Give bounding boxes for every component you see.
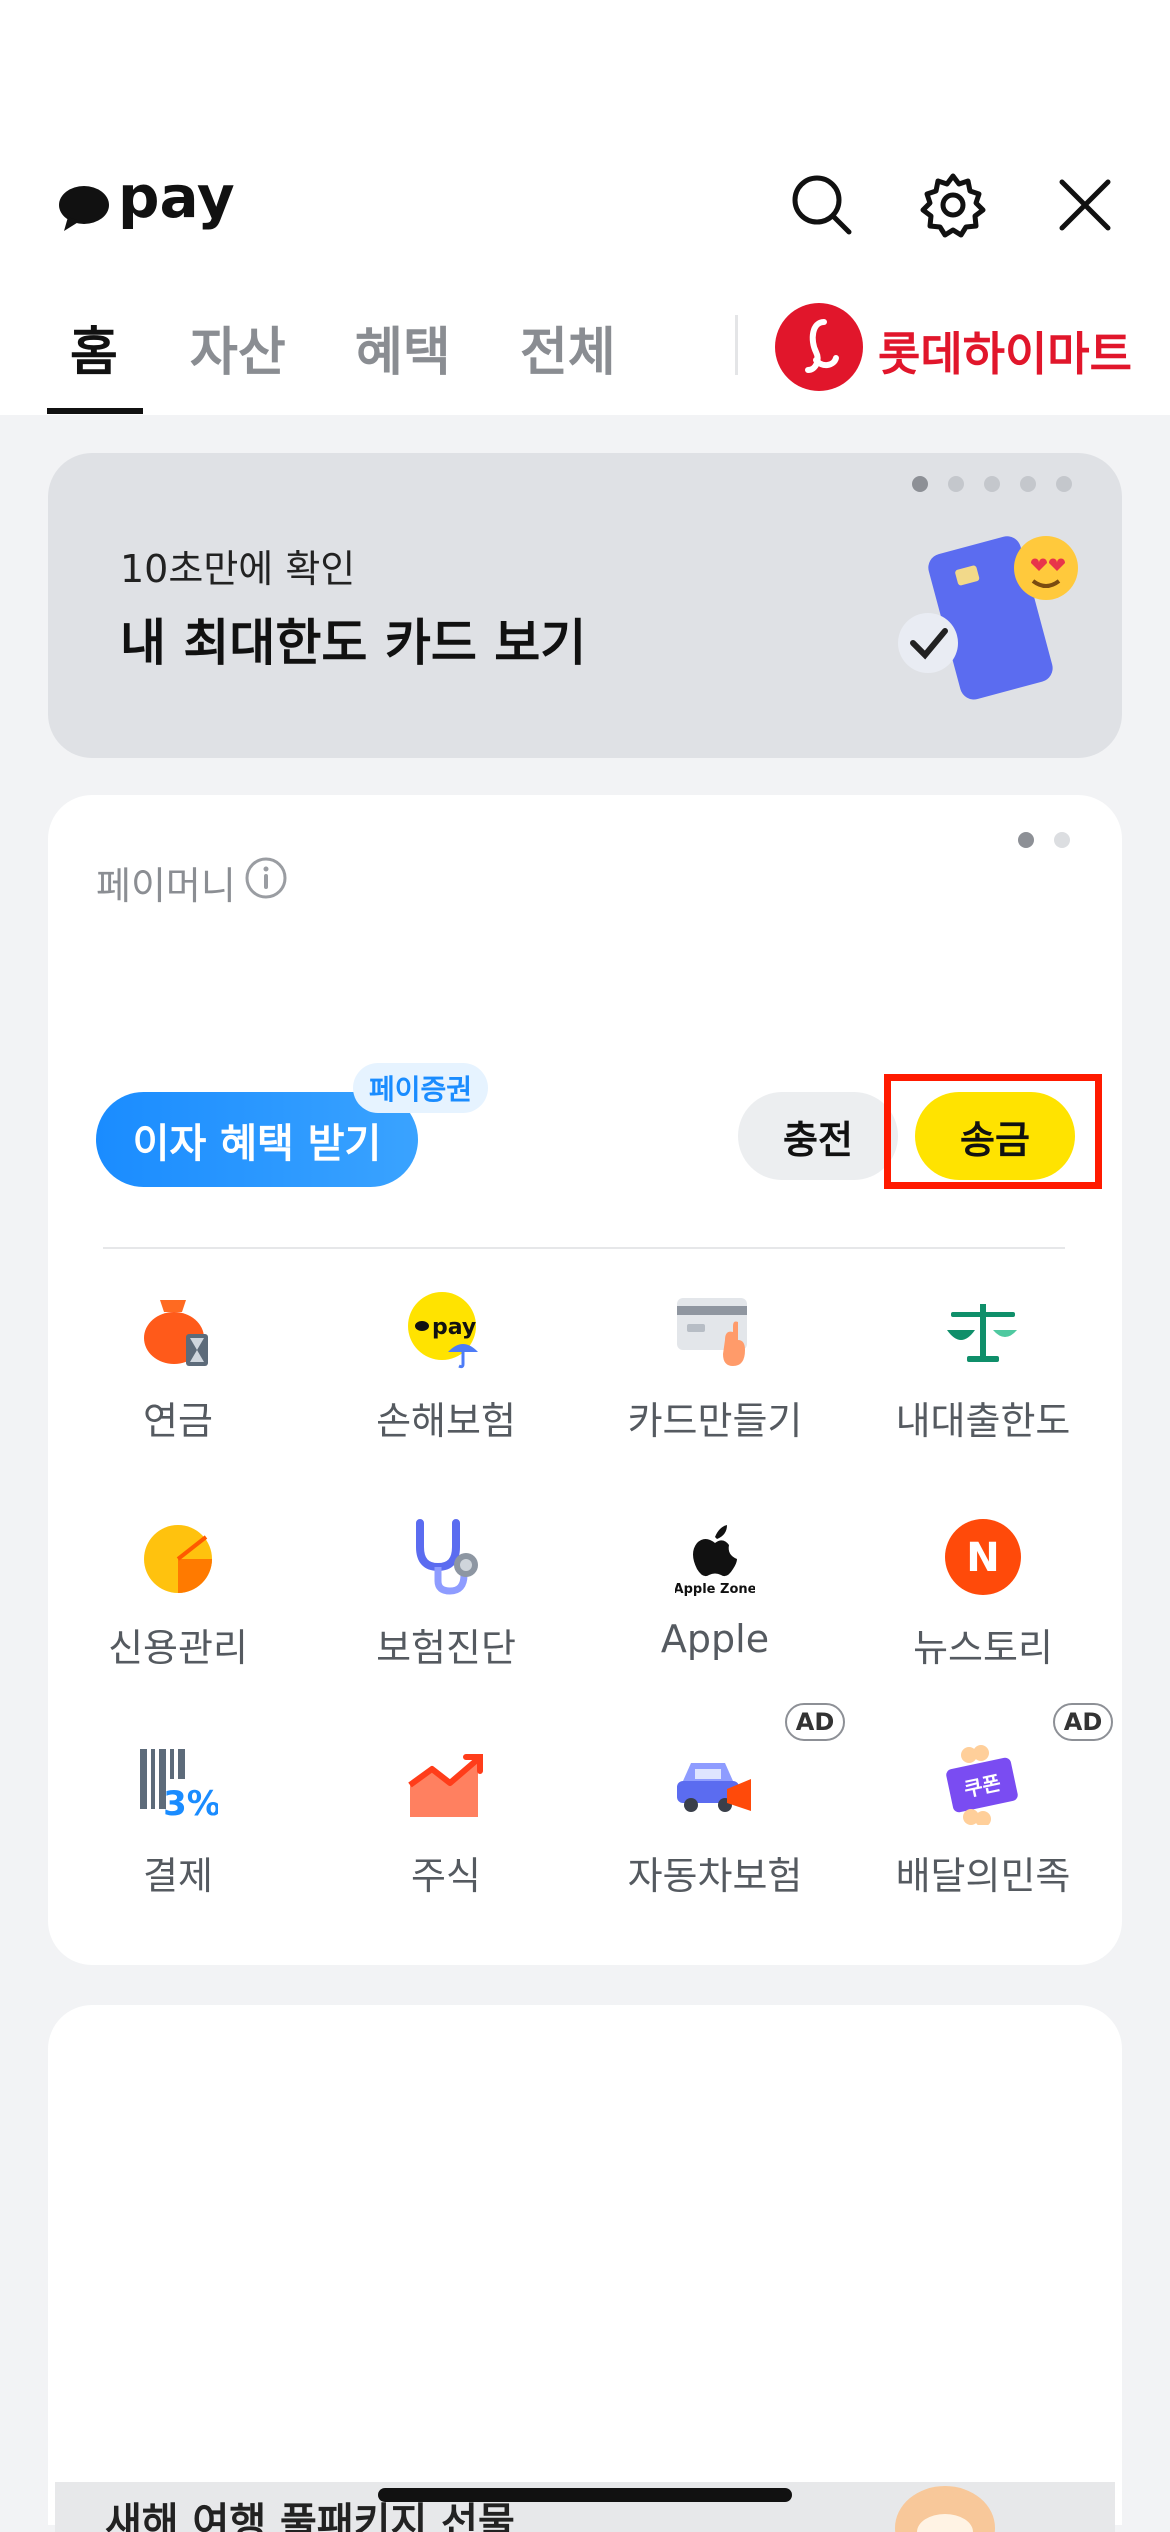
card-create-icon [677, 1298, 747, 1366]
paymoney-dot [1018, 832, 1034, 848]
lotte-logo-icon[interactable] [772, 300, 867, 395]
menu-label: 배달의민족 [895, 1854, 1071, 1898]
pay-umbrella-icon: pay [408, 1292, 478, 1369]
banner-page-dots [912, 476, 1072, 492]
paymoney-card: 페이머니 이자 혜택 받기 페이증권 충전 송금 연금 pay 손해보험 카드만… [48, 795, 1122, 1965]
loan-scale-icon [947, 1304, 1017, 1362]
banner-dot [1056, 476, 1072, 492]
menu-label: 자동차보험 [627, 1854, 803, 1898]
banner-subtitle: 10초만에 확인 [120, 547, 356, 591]
menu-label: 보험진단 [376, 1626, 516, 1670]
apple-zone-icon: Apple Zone [675, 1525, 755, 1597]
info-icon[interactable] [243, 855, 289, 901]
ad-badge: AD [1053, 1703, 1113, 1741]
menu-item-payment[interactable]: 3% 결제 [48, 1745, 308, 1915]
card-limit-illustration-icon [898, 536, 1078, 700]
menu-item-insurance[interactable]: pay 손해보험 [316, 1290, 576, 1460]
charge-button[interactable]: 충전 [738, 1092, 898, 1180]
menu-label: 내대출한도 [895, 1399, 1071, 1443]
pension-pouch-icon [144, 1300, 208, 1366]
active-tab-indicator [47, 408, 143, 414]
menu-item-loan-limit[interactable]: 내대출한도 [853, 1290, 1113, 1460]
menu-item-card-create[interactable]: 카드만들기 [585, 1290, 845, 1460]
menu-label: 뉴스토리 [913, 1626, 1053, 1670]
menu-item-newstory[interactable]: N 뉴스토리 [853, 1517, 1113, 1687]
menu-label: 신용관리 [108, 1626, 248, 1670]
menu-item-baemin[interactable]: AD 쿠폰 배달의민족 [853, 1703, 1113, 1915]
banner-dot [948, 476, 964, 492]
paymoney-dot [1054, 832, 1070, 848]
menu-item-apple[interactable]: Apple Zone Apple [585, 1517, 845, 1687]
lower-content-card [48, 2005, 1122, 2525]
menu-label: 카드만들기 [627, 1399, 803, 1443]
kakaopay-logo: pay [59, 165, 235, 231]
search-icon[interactable] [787, 170, 857, 240]
banner-dot [1020, 476, 1036, 492]
send-money-button[interactable]: 송금 [915, 1092, 1075, 1180]
partner-label[interactable]: 롯데하이마트 [878, 318, 1132, 384]
menu-item-stock[interactable]: 주식 [316, 1745, 576, 1915]
menu-item-car-insurance[interactable]: AD 자동차보험 [585, 1703, 845, 1915]
credit-gauge-icon [144, 1525, 212, 1593]
coupon-icon: 쿠폰 [946, 1745, 1018, 1825]
n-letter: N [966, 1535, 999, 1581]
menu-label: Apple [660, 1617, 770, 1661]
menu-label: 결제 [143, 1854, 213, 1898]
menu-item-insurance-check[interactable]: 보험진단 [316, 1517, 576, 1687]
close-icon[interactable] [1050, 170, 1120, 240]
apple-zone-text: Apple Zone [675, 1582, 755, 1597]
paymoney-page-dots [1018, 832, 1070, 848]
banner-dot [984, 476, 1000, 492]
menu-label: 연금 [143, 1399, 213, 1443]
pay-text: pay [432, 1315, 476, 1340]
tab-home[interactable]: 홈 [70, 310, 118, 383]
tab-divider [735, 315, 738, 375]
menu-label: 주식 [411, 1854, 481, 1898]
card-divider [103, 1247, 1065, 1249]
menu-item-pension[interactable]: 연금 [48, 1290, 308, 1460]
menu-item-credit[interactable]: 신용관리 [48, 1517, 308, 1687]
tab-assets[interactable]: 자산 [190, 310, 286, 383]
tab-benefits[interactable]: 혜택 [355, 310, 451, 383]
stethoscope-icon [416, 1519, 478, 1595]
promo-banner[interactable]: 10초만에 확인 내 최대한도 카드 보기 [48, 453, 1122, 758]
logo-text: pay [118, 165, 235, 231]
three-percent-text: 3% [163, 1784, 218, 1824]
character-illustration-icon [895, 2486, 995, 2532]
home-indicator[interactable] [378, 2488, 792, 2502]
ad-badge: AD [785, 1703, 845, 1741]
gear-icon[interactable] [918, 170, 988, 240]
menu-label: 손해보험 [376, 1399, 516, 1443]
tab-all[interactable]: 전체 [520, 310, 616, 383]
newstory-n-icon: N [945, 1519, 1021, 1595]
payment-barcode-icon: 3% [140, 1749, 218, 1824]
banner-dot [912, 476, 928, 492]
paysecurities-badge: 페이증권 [353, 1063, 489, 1113]
stock-chart-icon [408, 1754, 483, 1817]
car-insurance-icon [677, 1763, 751, 1812]
paymoney-label: 페이머니 [96, 864, 236, 908]
banner-title: 내 최대한도 카드 보기 [120, 614, 587, 672]
